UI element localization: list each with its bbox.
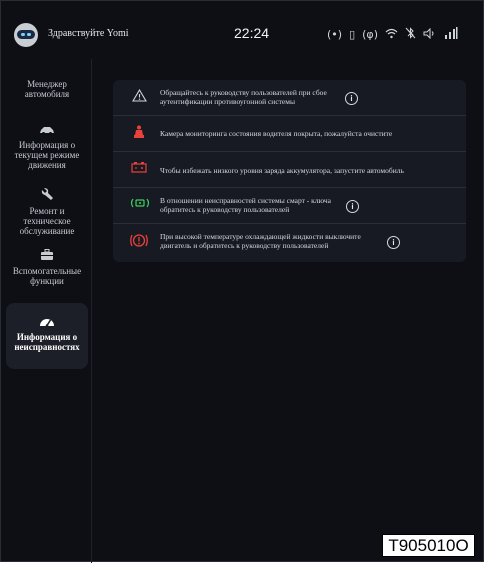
battery-icon — [130, 161, 148, 179]
figure-code-label: T905010O — [382, 534, 475, 557]
smart-key-icon — [130, 197, 150, 215]
app-screen: Здравствуйте Yomi 22:24 (•) ▯ (φ) Менедж… — [0, 0, 484, 563]
sidebar-item-auxiliary-functions[interactable]: Вспомогательные функции — [6, 249, 88, 286]
sidebar-item-label: Информация о неисправностях — [14, 332, 80, 352]
sidebar-item-vehicle-manager[interactable]: Менеджер автомобиля — [6, 79, 88, 99]
list-item[interactable]: Камера мониторинга состояния водителя по… — [113, 116, 466, 152]
volume-icon — [423, 27, 437, 41]
list-item[interactable]: Обращайтесь к руководству пользователей … — [113, 80, 466, 116]
sidebar-item-label: Менеджер автомобиля — [24, 79, 70, 99]
greeting-text: Здравствуйте Yomi — [48, 28, 129, 39]
alert-text: В отношении неисправностей системы смарт… — [160, 196, 331, 214]
driver-seat-icon — [130, 125, 148, 143]
sidebar-item-label: Информация о текущем режиме движения — [14, 140, 80, 170]
gauge-icon — [6, 315, 88, 329]
sidebar-item-label: Вспомогательные функции — [12, 266, 82, 286]
wifi-icon — [385, 28, 398, 41]
coolant-temperature-icon — [130, 233, 148, 251]
status-bar: Здравствуйте Yomi 22:24 (•) ▯ (φ) — [1, 1, 484, 59]
cell-signal-icon — [444, 27, 458, 41]
sidebar: Менеджер автомобиля Информация о текущем… — [1, 59, 92, 563]
bluetooth-off-icon — [405, 27, 416, 41]
list-item[interactable]: В отношении неисправностей системы смарт… — [113, 188, 466, 224]
sidebar-item-fault-info[interactable]: Информация о неисправностях — [6, 303, 88, 369]
fault-list-panel: Обращайтесь к руководству пользователей … — [113, 80, 466, 262]
list-item[interactable]: Чтобы избежать низкого уровня заряда акк… — [113, 152, 466, 188]
alert-text: При высокой температуре охлаждающей жидк… — [160, 232, 361, 250]
battery-status-icon: ▯ — [349, 27, 356, 41]
warning-triangle-icon — [130, 88, 148, 107]
alert-text: Чтобы избежать низкого уровня заряда акк… — [160, 166, 404, 175]
sidebar-item-label: Ремонт и техническое обслуживание — [19, 206, 75, 236]
alert-text: Обращайтесь к руководству пользователей … — [160, 88, 327, 106]
info-icon[interactable]: i — [387, 236, 400, 249]
clock: 22:24 — [234, 25, 270, 41]
list-item[interactable]: При высокой температуре охлаждающей жидк… — [113, 224, 466, 262]
wrench-icon — [6, 187, 88, 203]
status-icons: (•) ▯ (φ) — [327, 25, 458, 43]
sidebar-item-driving-mode-info[interactable]: Информация о текущем режиме движения — [6, 125, 88, 170]
car-icon — [6, 125, 88, 137]
user-avatar-icon[interactable] — [14, 23, 38, 47]
info-icon[interactable]: i — [346, 200, 359, 213]
alert-text: Камера мониторинга состояния водителя по… — [160, 129, 393, 138]
antenna-icon: (φ) — [362, 27, 378, 41]
wireless-broadcast-icon: (•) — [327, 27, 343, 41]
info-icon[interactable]: i — [345, 92, 358, 105]
toolbox-icon — [6, 249, 88, 263]
sidebar-item-maintenance[interactable]: Ремонт и техническое обслуживание — [6, 187, 88, 236]
